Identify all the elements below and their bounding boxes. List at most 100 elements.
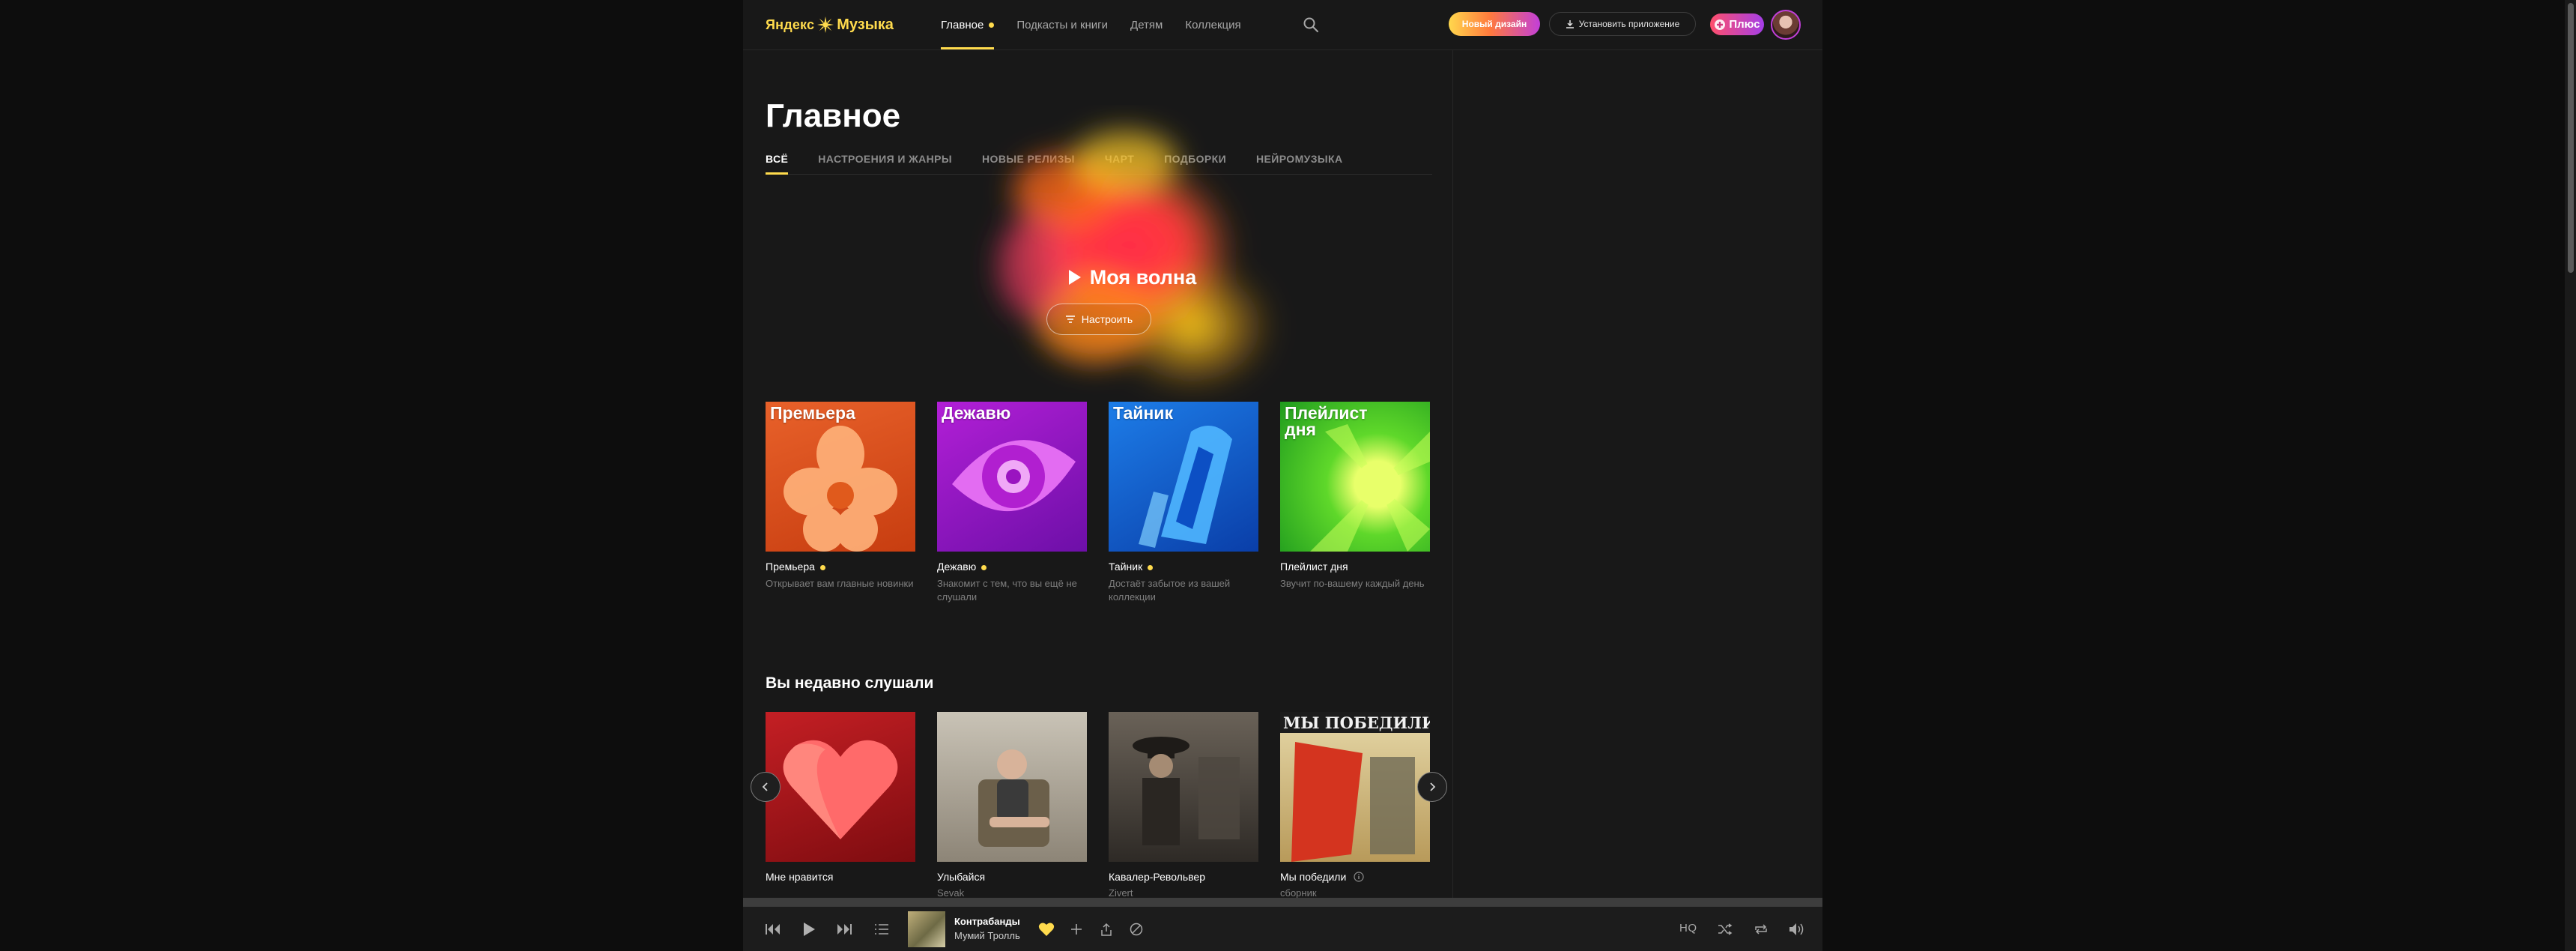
album-cover-text: МЫ ПОБЕДИЛИ bbox=[1283, 713, 1430, 732]
recent-item-liked[interactable]: Мне нравится bbox=[766, 712, 915, 887]
recent-item-cavalier[interactable]: Кавалер-Револьвер Zivert bbox=[1109, 712, 1258, 899]
recent-title: Мне нравится bbox=[766, 871, 834, 883]
recent-item-we-won[interactable]: МЫ ПОБЕДИЛИ Мы победили сборник bbox=[1280, 712, 1430, 899]
plus-logo-icon bbox=[1715, 19, 1726, 30]
recent-item-smile[interactable]: Улыбайся Sevak bbox=[937, 712, 1087, 899]
play-icon bbox=[804, 923, 815, 936]
tab-moods-genres[interactable]: НАСТРОЕНИЯ И ЖАНРЫ bbox=[818, 150, 952, 174]
nav-item-main[interactable]: Главное bbox=[941, 0, 995, 49]
recent-subtitle: сборник bbox=[1280, 887, 1317, 899]
tab-all[interactable]: ВСЁ bbox=[766, 150, 789, 175]
new-dot-indicator bbox=[819, 564, 825, 570]
playlist-card-stash[interactable]: Тайник Тайник Достаёт забытое из вашей к… bbox=[1109, 402, 1258, 604]
user-avatar[interactable] bbox=[1771, 10, 1801, 40]
nav-item-collection[interactable]: Коллекция bbox=[1185, 0, 1240, 49]
recent-cover bbox=[1109, 712, 1258, 862]
new-design-label: Новый дизайн bbox=[1461, 19, 1527, 29]
info-icon[interactable] bbox=[1354, 872, 1364, 882]
play-button[interactable] bbox=[798, 918, 820, 941]
like-button[interactable] bbox=[1035, 918, 1058, 941]
album-art-gunslinger bbox=[1133, 737, 1240, 845]
new-dot-indicator bbox=[989, 22, 995, 28]
nav-item-kids[interactable]: Детям bbox=[1130, 0, 1163, 49]
previous-icon bbox=[766, 924, 780, 935]
recent-title: Улыбайся bbox=[937, 871, 986, 883]
playlist-card-dejavu[interactable]: Дежавю Дежавю Знакомит с тем, что вы ещё… bbox=[937, 402, 1087, 604]
playlist-description: Открывает вам главные новинки bbox=[766, 578, 914, 589]
shuffle-button[interactable] bbox=[1714, 918, 1736, 941]
player-bar: Контрабанды Мумий Тролль HQ bbox=[743, 907, 1822, 951]
install-app-button[interactable]: Установить приложение bbox=[1549, 12, 1696, 36]
scrollbar-thumb[interactable] bbox=[2568, 3, 2574, 273]
repeat-button[interactable] bbox=[1750, 918, 1772, 941]
stash-lock-art bbox=[1139, 426, 1232, 548]
previous-track-button[interactable] bbox=[762, 918, 784, 941]
app-window: Яндекс Музыка Главное Подкасты и книги Д… bbox=[743, 0, 1822, 951]
logo-yandex-text: Яндекс bbox=[766, 16, 815, 32]
add-to-playlist-button[interactable] bbox=[1065, 918, 1088, 941]
new-dot-indicator bbox=[981, 564, 987, 570]
recent-title: Кавалер-Револьвер bbox=[1109, 871, 1205, 883]
plus-label: Плюс bbox=[1729, 18, 1760, 31]
playlist-title: Тайник bbox=[1109, 561, 1258, 574]
volume-button[interactable] bbox=[1786, 918, 1808, 941]
search-icon[interactable] bbox=[1302, 16, 1320, 34]
download-icon bbox=[1566, 20, 1574, 28]
plus-badge[interactable]: Плюс bbox=[1710, 13, 1764, 35]
track-artist[interactable]: Мумий Тролль bbox=[954, 930, 1020, 941]
tab-neuromusic[interactable]: НЕЙРОМУЗЫКА bbox=[1256, 150, 1342, 174]
recent-section-title[interactable]: Вы недавно слушали bbox=[766, 674, 933, 692]
playlist-title-text: Дежавю bbox=[937, 561, 977, 573]
share-button[interactable] bbox=[1095, 918, 1118, 941]
track-title[interactable]: Контрабанды bbox=[954, 916, 1020, 927]
logo[interactable]: Яндекс Музыка bbox=[766, 15, 894, 34]
playlist-cover-label: Дежавю bbox=[942, 403, 1011, 423]
tab-collections[interactable]: ПОДБОРКИ bbox=[1164, 150, 1226, 174]
tab-new-releases[interactable]: НОВЫЕ РЕЛИЗЫ bbox=[982, 150, 1075, 174]
playlist-card-daily[interactable]: Плейлист дня Плейлист дня Звучит по-ваше… bbox=[1280, 402, 1430, 591]
playlist-description: Достаёт забытое из вашей коллекции bbox=[1109, 578, 1231, 603]
page-title: Главное bbox=[766, 97, 901, 134]
nav-item-collection-label: Коллекция bbox=[1185, 18, 1241, 31]
track-cover[interactable] bbox=[908, 911, 945, 947]
playlist-cover: Дежавю bbox=[937, 402, 1087, 552]
tab-chart[interactable]: ЧАРТ bbox=[1105, 150, 1134, 174]
playlist-title: Премьера bbox=[766, 561, 915, 574]
category-tabs: ВСЁ НАСТРОЕНИЯ И ЖАНРЫ НОВЫЕ РЕЛИЗЫ ЧАРТ… bbox=[766, 150, 1432, 175]
recent-cover bbox=[766, 712, 915, 862]
playlist-card-premiere[interactable]: Премьера Премьера Открывает вам главные … bbox=[766, 402, 915, 591]
chevron-right-icon bbox=[1430, 782, 1436, 791]
queue-button[interactable] bbox=[870, 918, 893, 941]
wave-tune-button[interactable]: Настроить bbox=[1046, 304, 1151, 335]
playlist-cover-label: Премьера bbox=[770, 403, 855, 423]
nav-item-podcasts-label: Подкасты и книги bbox=[1016, 18, 1109, 31]
playlist-title: Дежавю bbox=[937, 561, 1087, 574]
playlist-description: Звучит по-вашему каждый день bbox=[1280, 578, 1425, 589]
nav-item-main-label: Главное bbox=[941, 18, 984, 31]
hq-quality-toggle[interactable]: HQ bbox=[1679, 922, 1697, 935]
volume-icon bbox=[1789, 923, 1804, 935]
next-track-button[interactable] bbox=[833, 918, 855, 941]
playlist-title-text: Тайник bbox=[1109, 561, 1143, 573]
nav-item-kids-label: Детям bbox=[1130, 18, 1163, 31]
carousel-next-button[interactable] bbox=[1417, 772, 1447, 802]
recent-list: Мне нравится Улыбайся Sevak Кавалер-Рево… bbox=[766, 712, 1440, 899]
playlist-cover: Премьера bbox=[766, 402, 915, 552]
recent-artist[interactable]: Zivert bbox=[1109, 887, 1258, 899]
playback-progress-bar[interactable] bbox=[743, 898, 1822, 907]
logo-music-text: Музыка bbox=[837, 16, 894, 33]
dejavu-eye-art bbox=[952, 440, 1076, 512]
recent-artist[interactable]: Sevak bbox=[937, 887, 1087, 899]
filter-icon bbox=[1065, 316, 1075, 323]
next-icon bbox=[837, 924, 852, 935]
nav-item-podcasts[interactable]: Подкасты и книги bbox=[1016, 0, 1108, 49]
carousel-prev-button[interactable] bbox=[751, 772, 781, 802]
logo-sun-icon bbox=[817, 16, 834, 33]
dislike-button[interactable] bbox=[1125, 918, 1148, 941]
repeat-icon bbox=[1755, 924, 1767, 935]
my-wave-play-button[interactable]: Моя волна bbox=[1035, 262, 1230, 292]
shuffle-icon bbox=[1718, 923, 1733, 935]
playlist-title: Плейлист дня bbox=[1280, 561, 1348, 573]
block-icon bbox=[1130, 923, 1143, 936]
new-design-button[interactable]: Новый дизайн bbox=[1449, 12, 1540, 36]
